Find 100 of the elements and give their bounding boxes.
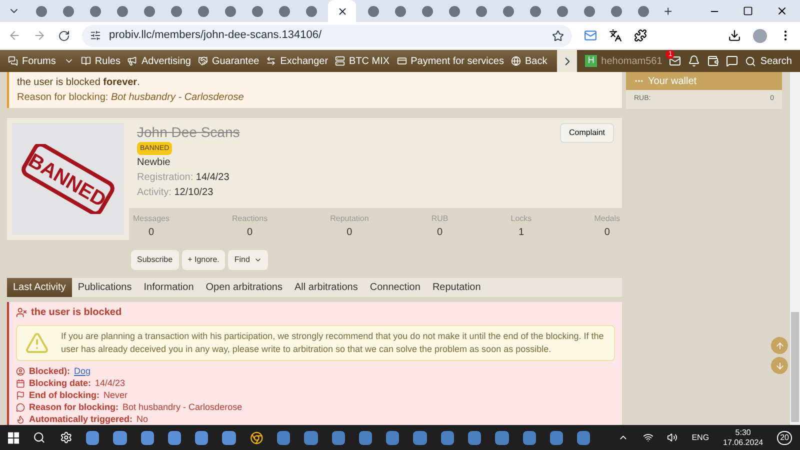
profile-avatar[interactable] (753, 28, 767, 42)
stat-label: Locks (510, 213, 532, 225)
back-icon[interactable] (8, 29, 21, 42)
notice-text: the user is blocked forever. (17, 76, 141, 90)
taskbar-app-icon[interactable] (577, 430, 590, 444)
nav-link[interactable]: Guarantee (198, 54, 260, 68)
browser-tab[interactable] (328, 0, 356, 22)
windows-logo-icon[interactable] (8, 432, 20, 444)
stat-value: 0 (148, 226, 154, 240)
caret-icon (254, 256, 262, 264)
warning-icon (25, 331, 49, 355)
stat-label: Reactions (232, 213, 268, 225)
nav-link[interactable]: Advertising (127, 54, 191, 68)
nav-icon (8, 56, 18, 66)
close-icon[interactable] (776, 5, 788, 17)
detail-value: 14/4/23 (95, 377, 126, 389)
taskbar-app-icon[interactable] (550, 430, 564, 444)
taskbar-app-icon[interactable] (222, 430, 236, 444)
stat-label: Medals (594, 213, 620, 225)
nav-icon (335, 56, 346, 66)
taskbar-app-icon[interactable] (440, 430, 454, 444)
taskbar-app-icon[interactable] (140, 430, 154, 444)
nav-icon (510, 56, 521, 66)
taskbar-app-icon[interactable] (468, 430, 482, 444)
forward-icon[interactable] (33, 29, 46, 42)
search-icon[interactable] (33, 431, 46, 444)
find-dropdown[interactable]: Find (228, 250, 268, 270)
mail-icon[interactable] (584, 29, 597, 42)
flag-icon (16, 390, 25, 400)
profile-tab[interactable]: Last Activity (7, 278, 72, 297)
blocked-title: the user is blocked (31, 306, 122, 320)
taskbar-app-icon[interactable] (522, 430, 536, 444)
taskbar-app-icon[interactable] (495, 430, 509, 444)
taskbar-app-icon[interactable] (413, 430, 427, 444)
chat-icon[interactable] (726, 55, 738, 67)
detail-value: Bot husbandry - Carlosderose (122, 401, 242, 413)
inbox-icon[interactable] (669, 55, 682, 67)
detail-label: Blocking date: (29, 377, 92, 389)
profile-tab[interactable]: Open arbitrations (200, 278, 288, 297)
nav-icon (80, 56, 91, 66)
profile-tab[interactable]: Publications (72, 278, 138, 297)
language-indicator[interactable]: ENG (692, 432, 710, 444)
stat-label: Reputation (330, 213, 369, 225)
profile-tab[interactable]: Information (138, 278, 200, 297)
user-menu[interactable]: H hehomam561 (585, 54, 662, 68)
taskbar-app-icon[interactable] (358, 430, 372, 444)
calendar-icon (16, 378, 25, 388)
address-bar[interactable]: probiv.llc/members/john-dee-scans.134106/ (82, 24, 572, 46)
taskbar-app-icon[interactable] (277, 430, 290, 444)
volume-icon[interactable] (667, 432, 678, 443)
browser-icon[interactable] (250, 430, 264, 444)
clock[interactable]: 5:30 17.06.2024 (723, 428, 764, 448)
action-button[interactable]: Subscribe (131, 250, 179, 270)
nav-link[interactable]: Back (510, 54, 548, 68)
comment-icon (16, 402, 25, 412)
taskbar-app-icon[interactable] (168, 430, 182, 444)
nav-icon (198, 56, 208, 66)
bell-icon[interactable] (688, 55, 700, 67)
detail-label: Reason for blocking: (29, 401, 119, 413)
user-blocked-icon (16, 307, 27, 318)
detail-value: No (136, 413, 148, 425)
stat-value: 0 (604, 226, 610, 240)
nav-link[interactable]: Exchanger (266, 54, 328, 68)
action-button[interactable]: + Ignore. (182, 250, 226, 270)
username: John Dee Scans (137, 123, 240, 141)
download-icon[interactable] (728, 29, 741, 42)
taskbar-app-icon[interactable] (332, 430, 345, 444)
nav-link[interactable]: BTC MIX (335, 54, 390, 68)
arrow-down-icon (774, 360, 784, 370)
close-tab-icon[interactable] (336, 6, 348, 16)
profile-tab[interactable]: All arbitrations (288, 278, 364, 297)
reload-icon[interactable] (58, 30, 70, 42)
detail-label: Automatically triggered: (29, 413, 133, 425)
notification-count[interactable]: 20 (777, 430, 792, 444)
detail-value: Never (104, 389, 128, 401)
taskbar-app-icon[interactable] (86, 430, 100, 444)
taskbar-app-icon[interactable] (113, 430, 127, 444)
translate-icon[interactable] (609, 29, 622, 42)
wallet-icon[interactable] (707, 55, 720, 67)
user-rank: Newbie (137, 156, 172, 170)
search-link[interactable]: Search (745, 54, 792, 68)
profile-tab[interactable]: Connection (364, 278, 426, 297)
maximize-icon[interactable] (743, 6, 753, 16)
profile-tab[interactable]: Reputation (426, 278, 487, 297)
wifi-icon[interactable] (642, 432, 654, 443)
new-tab-button[interactable]: + (664, 0, 672, 22)
taskbar-app-icon[interactable] (386, 430, 400, 444)
nav-link[interactable]: Rules (80, 54, 120, 68)
nav-icon (396, 56, 407, 66)
settings-icon[interactable] (60, 431, 72, 444)
taskbar-app-icon[interactable] (195, 430, 208, 444)
nav-link[interactable]: Payment for services (396, 54, 504, 68)
nav-link[interactable]: Forums (8, 54, 74, 68)
arrow-up-icon (774, 340, 784, 350)
complaint-button[interactable]: Complaint (560, 123, 614, 143)
user-avatar: H (585, 55, 598, 67)
extensions-icon[interactable] (634, 29, 647, 42)
registration-date: Registration: 14/4/23 (137, 171, 230, 185)
taskbar-app-icon[interactable] (304, 430, 318, 444)
detail-link[interactable]: Dog (74, 365, 91, 377)
